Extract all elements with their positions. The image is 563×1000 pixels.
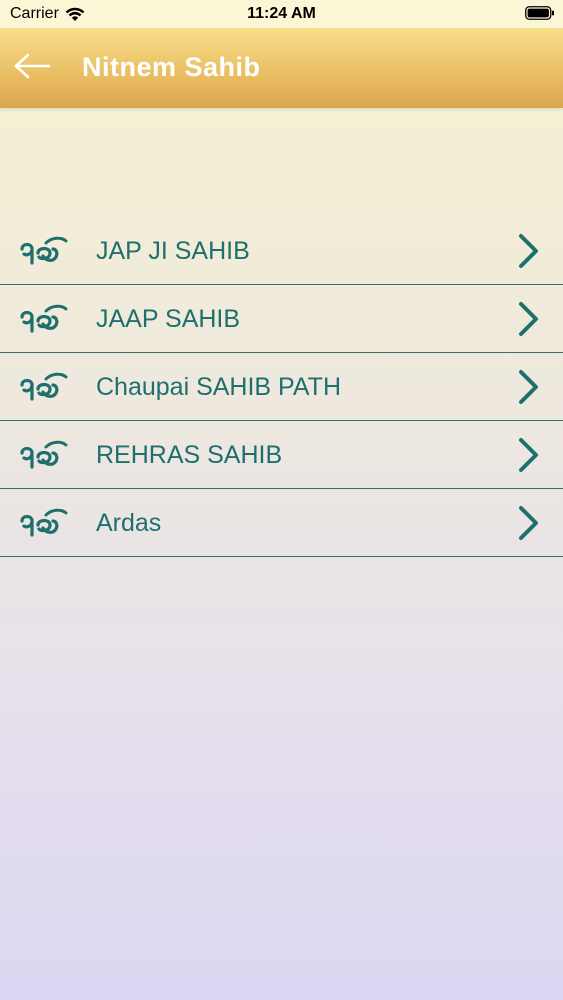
nitnem-list: JAP JI SAHIB JAAP SAHIB Chaupai SAHIB PA… — [0, 217, 563, 557]
arrow-left-icon — [13, 53, 51, 84]
list-item-rehras-sahib[interactable]: REHRAS SAHIB — [0, 421, 563, 489]
nav-header: Nitnem Sahib — [0, 28, 563, 108]
item-label: JAP JI SAHIB — [96, 237, 250, 265]
list-item-ardas[interactable]: Ardas — [0, 489, 563, 557]
ek-onkar-icon — [18, 232, 70, 268]
status-bar: Carrier 11:24 AM — [0, 0, 563, 28]
item-label: REHRAS SAHIB — [96, 441, 283, 469]
chevron-right-icon — [515, 301, 541, 337]
ek-onkar-icon — [18, 436, 70, 472]
back-button[interactable] — [10, 50, 54, 86]
battery-icon — [525, 6, 555, 20]
item-label: Chaupai SAHIB PATH — [96, 373, 342, 401]
chevron-right-icon — [515, 505, 541, 541]
ek-onkar-icon — [18, 504, 70, 540]
status-time: 11:24 AM — [247, 5, 316, 22]
ek-onkar-icon — [18, 368, 70, 404]
list-item-jaap-sahib[interactable]: JAAP SAHIB — [0, 285, 563, 353]
chevron-right-icon — [515, 437, 541, 473]
item-label: JAAP SAHIB — [96, 305, 241, 333]
list-item-chaupai-sahib-path[interactable]: Chaupai SAHIB PATH — [0, 353, 563, 421]
chevron-right-icon — [515, 369, 541, 405]
ek-onkar-icon — [18, 300, 70, 336]
page-title: Nitnem Sahib — [82, 52, 261, 82]
list-item-jap-ji-sahib[interactable]: JAP JI SAHIB — [0, 217, 563, 285]
item-label: Ardas — [96, 509, 162, 537]
chevron-right-icon — [515, 233, 541, 269]
